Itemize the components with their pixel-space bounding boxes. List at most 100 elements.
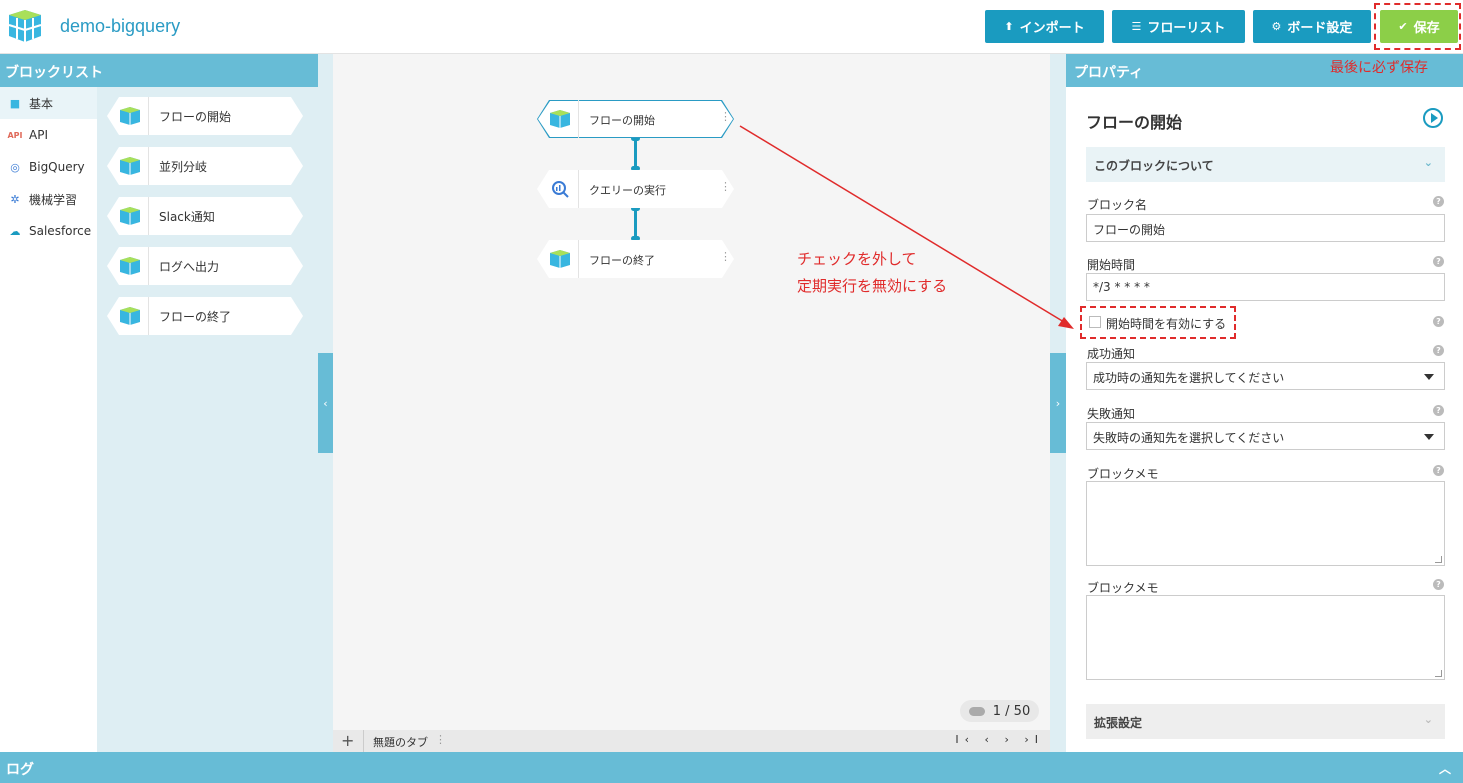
category-label: Salesforce: [29, 224, 92, 238]
palette-block-label: ログへ出力: [159, 260, 220, 274]
palette-block-label: 並列分岐: [159, 160, 208, 174]
success-notify-label: 成功通知: [1087, 347, 1136, 361]
canvas-annotation: チェックを外して 定期実行を無効にする: [797, 246, 947, 300]
cube-icon: [120, 257, 140, 275]
failure-notify-label: 失敗通知: [1087, 407, 1136, 421]
palette-block-flow-start[interactable]: フローの開始: [107, 97, 303, 135]
category-list: ■ 基本 API API ◎ BigQuery ✲ 機械学習 ☁ Salesfo…: [0, 87, 97, 752]
select-value: 成功時の通知先を選択してください: [1093, 371, 1285, 385]
add-tab-button[interactable]: +: [341, 731, 354, 750]
tab-navigation[interactable]: I‹ ‹ › ›I: [955, 733, 1044, 746]
failure-notify-select[interactable]: 失敗時の通知先を選択してください: [1086, 422, 1445, 450]
category-salesforce[interactable]: ☁ Salesforce: [0, 215, 97, 247]
pill-icon: [968, 706, 985, 716]
save-annotation: 最後に必ず保存: [1330, 60, 1428, 76]
start-time-input[interactable]: */3 * * * *: [1086, 273, 1445, 301]
help-icon[interactable]: ?: [1433, 316, 1444, 327]
collapse-right-button[interactable]: ›: [1050, 353, 1066, 453]
annotation-line: チェックを外して: [797, 250, 917, 268]
extended-settings-accordion[interactable]: 拡張設定 ⌄: [1086, 704, 1445, 739]
tab-untitled[interactable]: 無題のタブ: [373, 734, 428, 750]
run-play-icon[interactable]: [1423, 108, 1443, 128]
block-name-input[interactable]: フローの開始: [1086, 214, 1445, 242]
tab-menu-icon[interactable]: ⋮: [435, 733, 446, 746]
help-icon[interactable]: ?: [1433, 256, 1444, 267]
cube-icon: [120, 107, 140, 125]
category-label: BigQuery: [29, 160, 85, 174]
node-menu-icon[interactable]: ⋮: [720, 180, 731, 193]
api-icon: API: [7, 130, 23, 140]
chevron-up-icon[interactable]: ︿: [1439, 760, 1451, 777]
block-memo-label: ブロックメモ: [1087, 467, 1159, 481]
block-memo-textarea[interactable]: [1086, 481, 1445, 566]
enable-start-checkbox[interactable]: [1089, 316, 1101, 328]
page-indicator: 1 / 50: [960, 700, 1039, 722]
palette-block-slack[interactable]: Slack通知: [107, 197, 303, 235]
save-label: 保存: [1413, 21, 1440, 36]
category-bigquery[interactable]: ◎ BigQuery: [0, 151, 97, 183]
help-icon[interactable]: ?: [1433, 345, 1444, 356]
cube-icon: [550, 110, 570, 128]
category-api[interactable]: API API: [0, 119, 97, 151]
node-menu-icon[interactable]: ⋮: [720, 250, 731, 263]
log-bar[interactable]: ログ ︿: [0, 752, 1463, 783]
flowlist-label: フローリスト: [1147, 21, 1226, 36]
annotation-line: 定期実行を無効にする: [797, 277, 948, 295]
flow-node-start[interactable]: フローの開始 ⋮: [537, 100, 734, 138]
bigquery-icon: ◎: [10, 160, 20, 174]
palette-block-label: Slack通知: [159, 210, 215, 224]
board-settings-label: ボード設定: [1287, 21, 1353, 36]
chevron-down-icon: ⌄: [1423, 156, 1433, 169]
start-time-label: 開始時間: [1087, 258, 1136, 272]
category-label: 機械学習: [29, 192, 78, 207]
palette-block-flow-end[interactable]: フローの終了: [107, 297, 303, 335]
block-memo-textarea-2[interactable]: [1086, 595, 1445, 680]
log-label: ログ: [6, 762, 34, 778]
category-ml[interactable]: ✲ 機械学習: [0, 183, 97, 215]
block-title: フローの開始: [1086, 113, 1183, 132]
tab-bar: + 無題のタブ ⋮ I‹ ‹ › ›I: [333, 730, 1050, 752]
success-notify-select[interactable]: 成功時の通知先を選択してください: [1086, 362, 1445, 390]
help-icon[interactable]: ?: [1433, 465, 1444, 476]
bigquery-icon: [552, 181, 569, 198]
help-icon[interactable]: ?: [1433, 196, 1444, 207]
upload-icon: ⬆: [1004, 20, 1014, 33]
chevron-right-icon: ›: [1055, 396, 1061, 410]
category-label: API: [29, 128, 48, 142]
flow-node-query[interactable]: クエリーの実行 ⋮: [537, 170, 734, 208]
cube-icon: [120, 207, 140, 225]
cube-icon: ■: [9, 96, 21, 110]
category-basic[interactable]: ■ 基本: [0, 87, 97, 119]
check-circle-icon: ✔: [1398, 20, 1408, 33]
cube-icon: [120, 307, 140, 325]
flow-canvas[interactable]: [318, 54, 1066, 752]
caret-down-icon: [1424, 434, 1434, 440]
palette-block-log[interactable]: ログへ出力: [107, 247, 303, 285]
flowlist-button[interactable]: ☰ フローリスト: [1112, 10, 1245, 43]
flow-node-label: クエリーの実行: [589, 184, 666, 197]
help-icon[interactable]: ?: [1433, 579, 1444, 590]
block-memo-label-2: ブロックメモ: [1087, 581, 1159, 595]
app-title: demo-bigquery: [60, 16, 181, 36]
block-name-label: ブロック名: [1087, 198, 1148, 212]
help-icon[interactable]: ?: [1433, 405, 1444, 416]
block-palette: フローの開始 並列分岐 Slack通知 ログへ出力 フローの終了: [97, 87, 318, 752]
brain-icon: ✲: [10, 192, 20, 206]
import-label: インポート: [1019, 21, 1085, 36]
list-icon: ☰: [1131, 20, 1142, 33]
import-button[interactable]: ⬆ インポート: [985, 10, 1104, 43]
block-list-header: ブロックリスト: [0, 54, 318, 87]
palette-block-label: フローの開始: [159, 110, 232, 124]
accordion-label: 拡張設定: [1094, 716, 1143, 730]
about-block-accordion[interactable]: このブロックについて ⌄: [1086, 147, 1445, 182]
palette-block-parallel[interactable]: 並列分岐: [107, 147, 303, 185]
save-button[interactable]: ✔ 保存: [1380, 10, 1458, 43]
board-settings-button[interactable]: ⚙ ボード設定: [1253, 10, 1371, 43]
collapse-left-button[interactable]: ‹: [318, 353, 333, 453]
node-menu-icon[interactable]: ⋮: [720, 110, 731, 123]
category-label: 基本: [29, 96, 54, 111]
caret-down-icon: [1424, 374, 1434, 380]
flow-node-end[interactable]: フローの終了 ⋮: [537, 240, 734, 278]
page-indicator-text: 1 / 50: [992, 703, 1031, 719]
enable-start-label[interactable]: 開始時間を有効にする: [1106, 315, 1226, 332]
